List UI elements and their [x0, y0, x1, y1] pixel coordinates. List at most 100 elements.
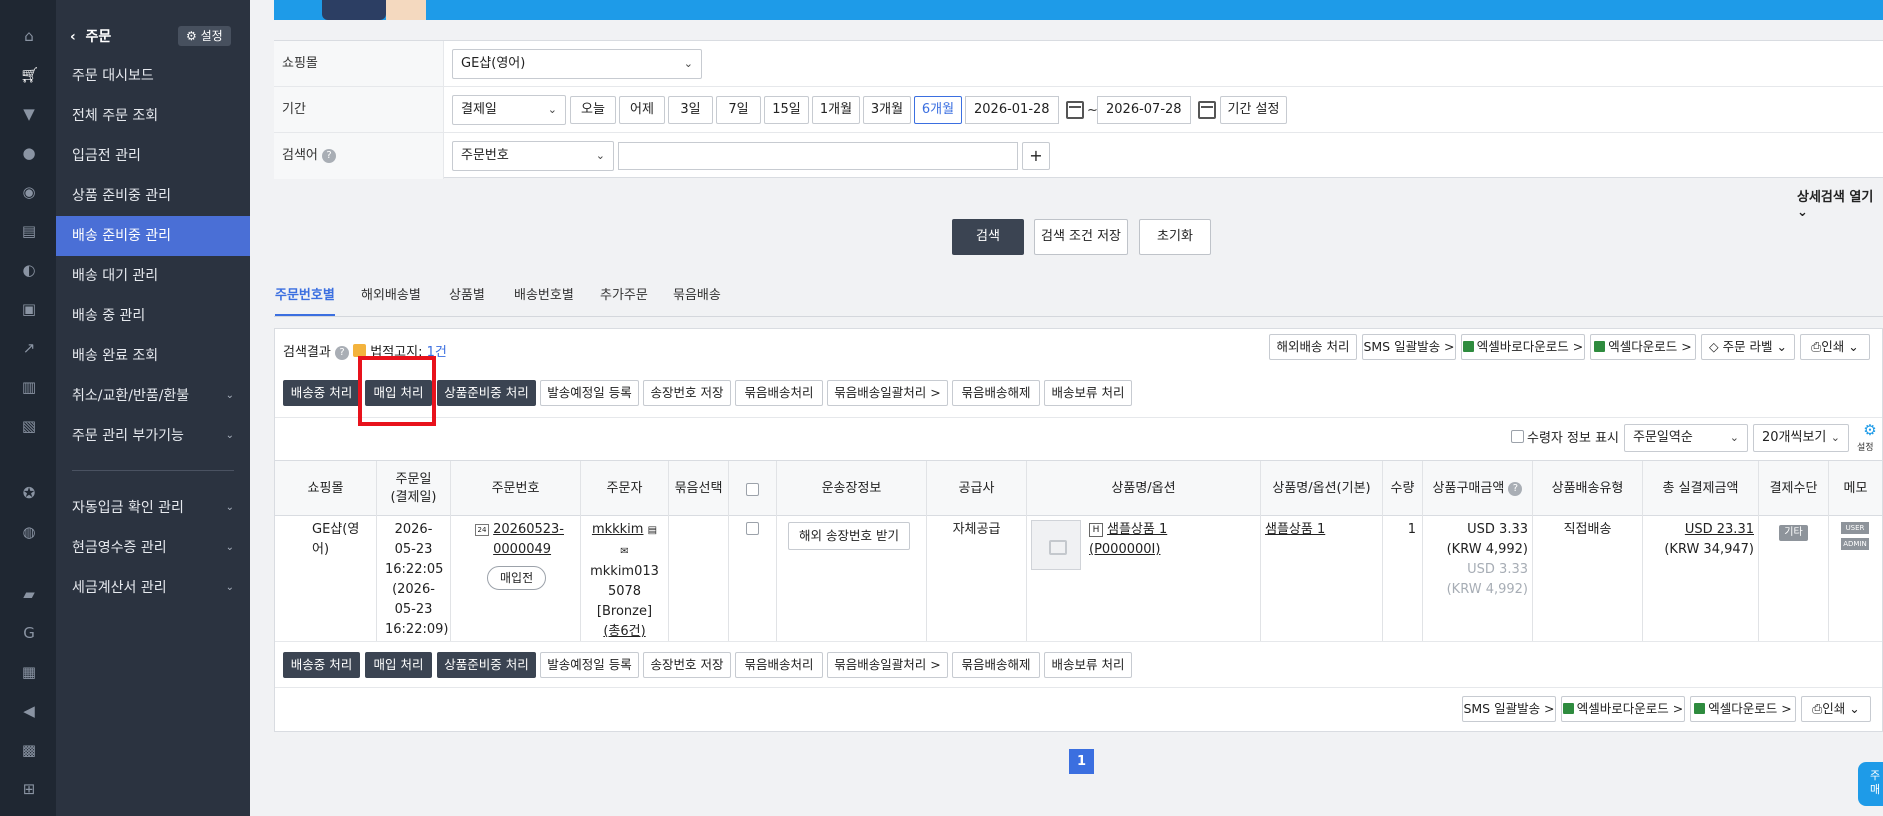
- overseas-tracking-button[interactable]: 해외 송장번호 받기: [788, 522, 910, 550]
- recipient-info-checkbox[interactable]: [1511, 430, 1524, 443]
- prepare-process-button-bottom[interactable]: 상품준비중 처리: [437, 652, 536, 678]
- truck-icon[interactable]: ▰: [20, 585, 38, 603]
- document-icon[interactable]: ▤: [20, 222, 38, 240]
- sidebar-item-ship-wait[interactable]: 배송 대기 관리: [56, 256, 250, 296]
- period-3day-button[interactable]: 3일: [668, 96, 713, 124]
- bundle-release-button-bottom[interactable]: 묶음배송해제: [952, 652, 1040, 678]
- excel-download-button-bottom[interactable]: 엑셀다운로드 >: [1690, 696, 1796, 722]
- hold-process-button-bottom[interactable]: 배송보류 처리: [1044, 652, 1132, 678]
- sidebar-item-delivered[interactable]: 배송 완료 조회: [56, 336, 250, 376]
- sidebar-item-pre-deposit[interactable]: 입금전 관리: [56, 136, 250, 176]
- tracking-save-button-bottom[interactable]: 송장번호 저장: [643, 652, 731, 678]
- period-15day-button[interactable]: 15일: [764, 96, 809, 124]
- prepare-process-button[interactable]: 상품준비중 처리: [437, 380, 536, 406]
- sidebar-item-shipping[interactable]: 배송 중 관리: [56, 296, 250, 336]
- period-today-button[interactable]: 오늘: [570, 96, 616, 124]
- overseas-shipping-button[interactable]: 해외배송 처리: [1269, 334, 1357, 360]
- period-type-select[interactable]: 결제일 ⌄: [452, 95, 566, 125]
- bundle-batch-button[interactable]: 묶음배송일괄처리 >: [827, 380, 948, 406]
- select-all-checkbox[interactable]: [746, 482, 759, 496]
- palette-icon[interactable]: ◐: [20, 261, 38, 279]
- period-3month-button[interactable]: 3개월: [863, 96, 911, 124]
- print-button-bottom[interactable]: ⎙인쇄 ⌄: [1801, 696, 1871, 722]
- sms-bulk-button-bottom[interactable]: SMS 일괄발송 >: [1462, 696, 1556, 722]
- briefcase-icon[interactable]: ▦: [20, 663, 38, 681]
- admin-memo-icon[interactable]: ADMIN: [1841, 538, 1869, 550]
- product-basic-link[interactable]: 샘플상품 1: [1265, 522, 1325, 537]
- status-badge[interactable]: 매입전: [487, 566, 547, 590]
- sidebar-item-cancel-return[interactable]: 취소/교환/반품/환불 ⌄: [56, 376, 250, 416]
- keyword-input[interactable]: [618, 142, 1018, 170]
- period-yesterday-button[interactable]: 어제: [619, 96, 665, 124]
- excel-direct-download-button[interactable]: 엑셀바로다운로드 >: [1461, 334, 1585, 360]
- profile-icon[interactable]: ▤: [648, 525, 657, 536]
- gear-icon[interactable]: ⚙: [1859, 423, 1881, 438]
- order-number-link[interactable]: 20260523-0000049: [493, 520, 564, 560]
- page-size-select[interactable]: 20개씩보기 ⌄: [1753, 424, 1849, 452]
- sidebar-item-tax-invoice[interactable]: 세금계산서 관리 ⌄: [56, 568, 250, 608]
- tab-shipping-number[interactable]: 배송번호별: [514, 284, 574, 316]
- total-amount-link[interactable]: USD 23.31: [1685, 522, 1754, 537]
- sidebar-item-preparing[interactable]: 상품 준비중 관리: [56, 176, 250, 216]
- cart-icon[interactable]: 🛒︎: [20, 66, 39, 84]
- sms-bulk-button[interactable]: SMS 일괄발송 >: [1362, 334, 1456, 360]
- period-1month-button[interactable]: 1개월: [812, 96, 860, 124]
- orderer-id-link[interactable]: mkkkim: [592, 522, 644, 537]
- user-memo-icon[interactable]: USER: [1841, 522, 1869, 534]
- reset-button[interactable]: 초기화: [1139, 219, 1211, 255]
- book-icon[interactable]: ▧: [20, 417, 38, 435]
- mail-icon[interactable]: ✉: [620, 546, 628, 557]
- tab-order-number[interactable]: 주문번호별: [275, 284, 335, 316]
- period-setting-button[interactable]: 기간 설정: [1220, 96, 1287, 124]
- user-icon[interactable]: ●: [20, 144, 38, 162]
- store-icon[interactable]: ▩: [20, 741, 38, 759]
- shirt-icon[interactable]: ▼: [20, 105, 38, 123]
- date-to-input[interactable]: 2026-07-28: [1097, 96, 1191, 124]
- tab-overseas[interactable]: 해외배송별: [361, 284, 421, 316]
- help-icon[interactable]: ?: [1508, 482, 1523, 496]
- period-6month-button[interactable]: 6개월: [914, 96, 962, 124]
- settings-label[interactable]: 설정: [1857, 440, 1874, 453]
- help-icon[interactable]: ?: [322, 149, 337, 163]
- ship-process-button[interactable]: 배송중 처리: [283, 380, 360, 406]
- stats-icon[interactable]: ▥: [20, 378, 38, 396]
- addon-icon[interactable]: ⊞: [20, 780, 38, 798]
- product-code-link[interactable]: (P000000I): [1089, 542, 1160, 557]
- back-button[interactable]: ‹ 주문: [70, 26, 111, 46]
- megaphone-icon[interactable]: ◀: [20, 702, 38, 720]
- excel-download-button[interactable]: 엑셀다운로드 >: [1590, 334, 1696, 360]
- product-thumbnail[interactable]: [1031, 520, 1081, 570]
- home-icon[interactable]: ⌂: [20, 27, 38, 45]
- save-conditions-button[interactable]: 검색 조건 저장: [1034, 219, 1128, 255]
- excel-direct-download-button-bottom[interactable]: 엑셀바로다운로드 >: [1561, 696, 1685, 722]
- bundle-batch-button-bottom[interactable]: 묶음배송일괄처리 >: [827, 652, 948, 678]
- tracking-save-button[interactable]: 송장번호 저장: [643, 380, 731, 406]
- period-7day-button[interactable]: 7일: [716, 96, 761, 124]
- badge-icon[interactable]: ✪: [20, 484, 38, 502]
- row-checkbox[interactable]: [746, 522, 759, 535]
- help-icon[interactable]: ?: [334, 346, 349, 360]
- ship-process-button-bottom[interactable]: 배송중 처리: [283, 652, 360, 678]
- sidebar-item-all-orders[interactable]: 전체 주문 조회: [56, 96, 250, 136]
- page-1-button[interactable]: 1: [1069, 749, 1094, 774]
- search-button[interactable]: 검색: [952, 219, 1024, 255]
- order-label-button[interactable]: ◇ 주문 라벨 ⌄: [1701, 334, 1795, 360]
- calendar-icon[interactable]: [1198, 101, 1216, 119]
- calendar-icon[interactable]: [1066, 101, 1084, 119]
- sort-select[interactable]: 주문일역순 ⌄: [1624, 424, 1748, 452]
- sidebar-item-auto-deposit[interactable]: 자동입금 확인 관리 ⌄: [56, 488, 250, 528]
- message-icon[interactable]: ▣: [20, 300, 38, 318]
- date-from-input[interactable]: 2026-01-28: [965, 96, 1059, 124]
- orderer-total-link[interactable]: (총6건): [603, 624, 645, 639]
- tab-bundle-shipping[interactable]: 묶음배송: [673, 284, 721, 316]
- bundle-ship-button-bottom[interactable]: 묶음배송처리: [735, 652, 823, 678]
- print-button[interactable]: ⎙인쇄 ⌄: [1800, 334, 1870, 360]
- floating-button[interactable]: 주 매: [1858, 762, 1883, 806]
- sidebar-item-ship-ready[interactable]: 배송 준비중 관리: [56, 216, 250, 256]
- keyword-type-select[interactable]: 주문번호 ⌄: [452, 141, 614, 171]
- purchase-process-button-bottom[interactable]: 매입 처리: [365, 652, 432, 678]
- sidebar-item-order-addons[interactable]: 주문 관리 부가기능 ⌄: [56, 416, 250, 456]
- chart-icon[interactable]: ↗: [20, 339, 38, 357]
- globe-icon[interactable]: ◍: [20, 523, 38, 541]
- chat-icon[interactable]: ◉: [20, 183, 38, 201]
